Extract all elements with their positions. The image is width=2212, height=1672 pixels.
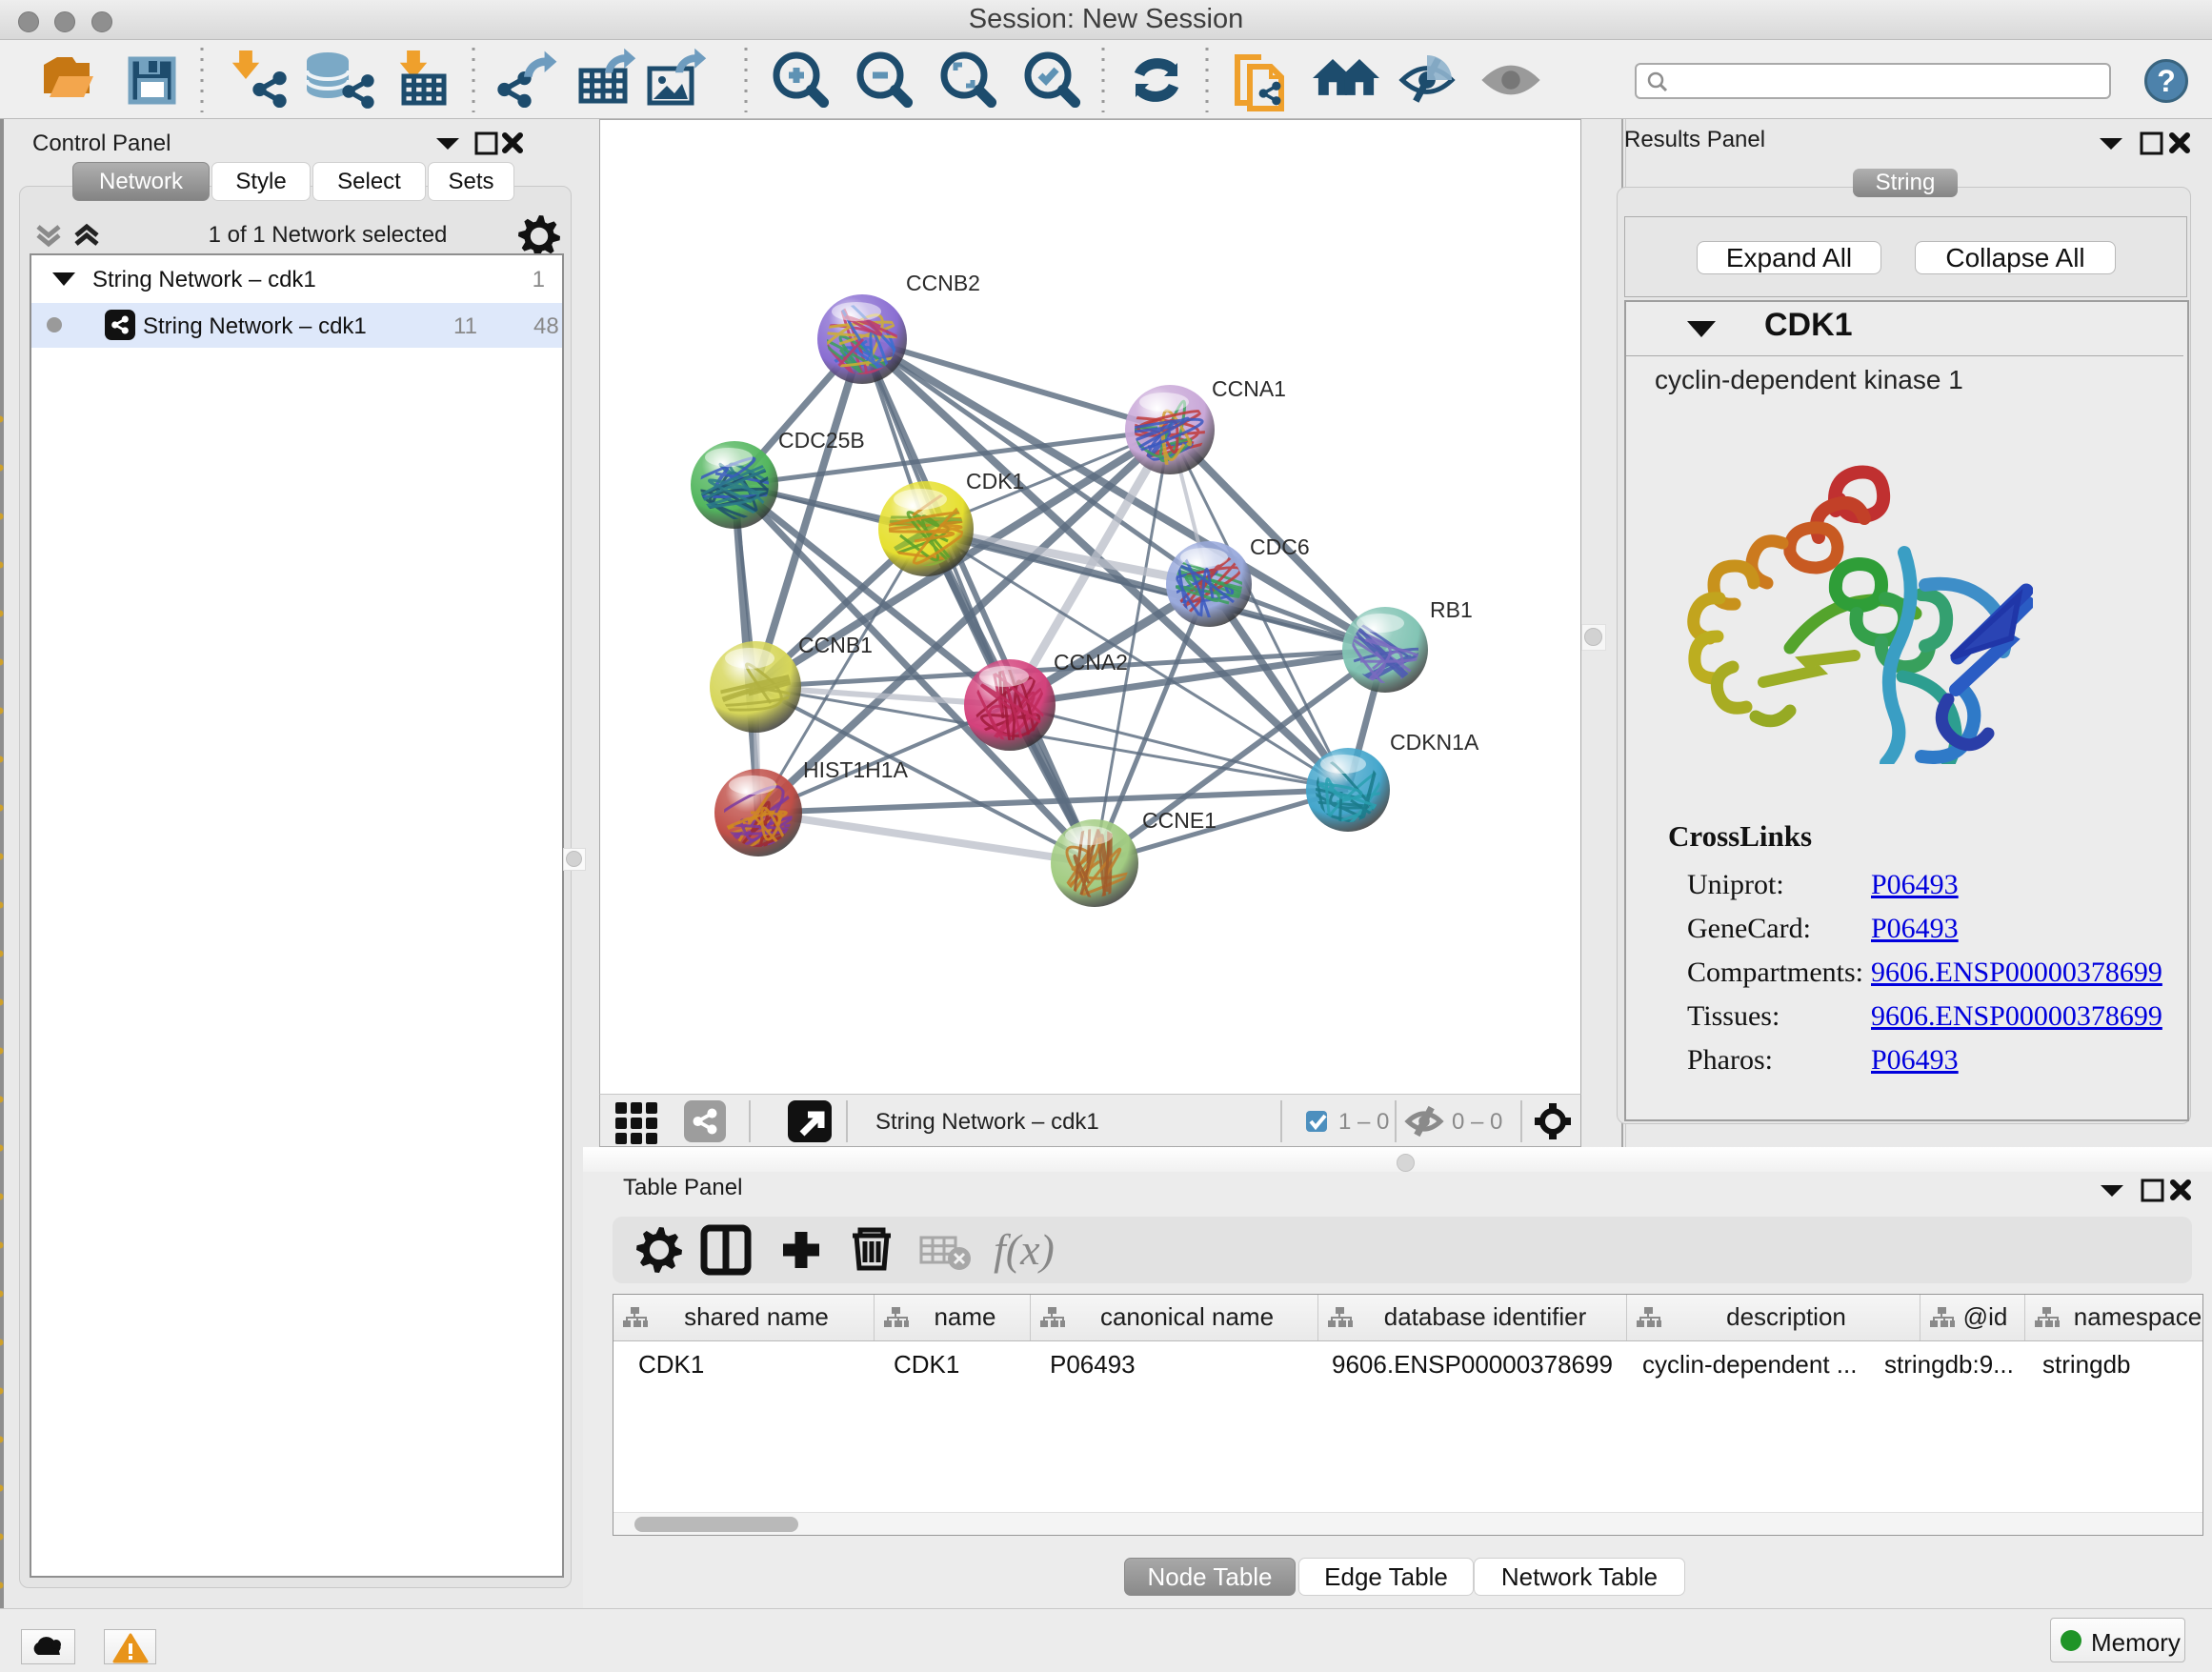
svg-text:f(x): f(x) bbox=[994, 1225, 1055, 1274]
svg-text:CCNB2: CCNB2 bbox=[906, 271, 980, 295]
svg-text:CDC6: CDC6 bbox=[1250, 534, 1310, 559]
svg-text:CCNA2: CCNA2 bbox=[1054, 650, 1128, 675]
svg-text:CCNE1: CCNE1 bbox=[1142, 808, 1217, 833]
svg-text:CDKN1A: CDKN1A bbox=[1390, 730, 1479, 755]
svg-text:CCNB1: CCNB1 bbox=[798, 633, 873, 657]
svg-text:RB1: RB1 bbox=[1430, 597, 1473, 622]
svg-text:HIST1H1A: HIST1H1A bbox=[803, 757, 909, 782]
svg-text:CCNA1: CCNA1 bbox=[1212, 376, 1286, 401]
svg-text:CDK1: CDK1 bbox=[966, 469, 1024, 494]
svg-text:CDC25B: CDC25B bbox=[778, 428, 865, 453]
